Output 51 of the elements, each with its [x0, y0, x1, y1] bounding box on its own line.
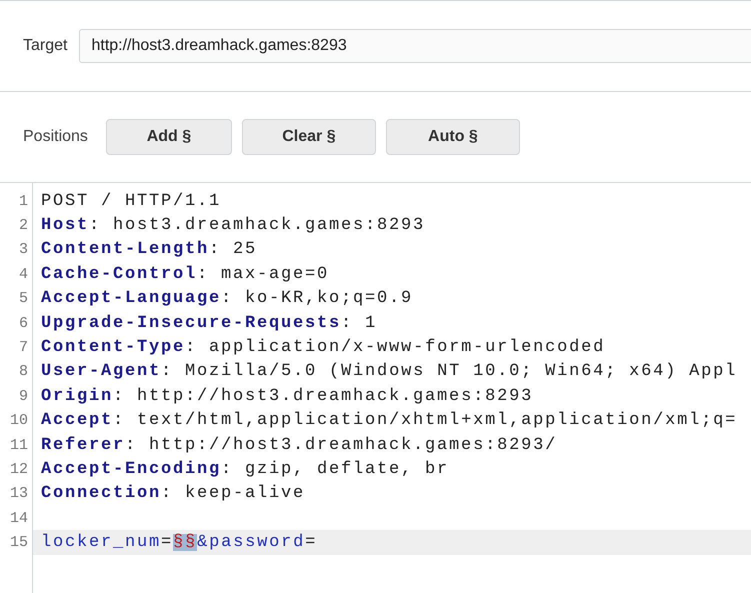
code-text: : http://host3.dreamhack.games:8293: [113, 388, 534, 405]
line-number: 1: [18, 194, 28, 209]
header-name: Content-Type: [41, 339, 186, 356]
positions-button[interactable]: Clear §: [242, 119, 376, 155]
line-number: 9: [18, 388, 28, 404]
code-text: : ko-KR,ko;q=0.9: [221, 290, 414, 308]
line-number: 5: [18, 291, 28, 306]
line-number: 12: [10, 462, 28, 477]
positions-button[interactable]: Add §: [106, 119, 232, 155]
line-number: 4: [18, 266, 28, 282]
header-name: Connection: [41, 485, 162, 502]
code-text: POST / HTTP/1.1: [41, 192, 222, 210]
line-number: 13: [10, 486, 28, 502]
header-name: Origin: [41, 388, 114, 405]
code-text: : text/html,application/xhtml+xml,application/xml;q=: [113, 412, 738, 430]
line-number: 11: [10, 438, 28, 453]
code-text: : max-age=0: [197, 266, 330, 283]
line-number: 7: [18, 340, 28, 356]
header-name: Referer: [41, 436, 126, 454]
positions-button[interactable]: Auto §: [386, 119, 520, 155]
payload-marker: §§: [173, 534, 198, 552]
code-text: =: [161, 534, 174, 552]
code-text: : host3.dreamhack.games:8293: [89, 217, 426, 234]
parameter-name: locker_num: [41, 534, 162, 552]
line-number: 10: [10, 413, 28, 428]
code-text: : 25: [209, 241, 258, 258]
line-number: 14: [10, 510, 28, 526]
line-number: 6: [18, 316, 28, 331]
header-name: Cache-Control: [41, 266, 198, 283]
parameter-name: &password: [197, 534, 306, 552]
line-number: 2: [18, 218, 28, 234]
positions-label: Positions: [23, 127, 88, 147]
header-name: Content-Length: [41, 241, 210, 258]
code-text: : gzip, deflate, br: [221, 460, 450, 478]
line-number: 15: [10, 535, 28, 550]
header-name: User-Agent: [41, 363, 162, 380]
code-text: =: [305, 534, 318, 552]
code-text: : http://host3.dreamhack.games:8293/: [125, 436, 558, 454]
code-text: : Mozilla/5.0 (Windows NT 10.0; Win64; x64) Appl: [161, 363, 738, 380]
header-name: Accept-Encoding: [41, 460, 222, 478]
header-name: Upgrade-Insecure-Requests: [41, 314, 342, 332]
header-name: Host: [41, 217, 90, 234]
target-field[interactable]: http://host3.dreamhack.games:8293: [79, 29, 751, 63]
code-text: : keep-alive: [161, 485, 306, 502]
code-text: : 1: [341, 314, 378, 332]
header-name: Accept: [41, 412, 114, 430]
target-label: Target: [23, 36, 68, 56]
line-number: 8: [18, 364, 28, 380]
header-name: Accept-Language: [41, 290, 222, 308]
line-number: 3: [18, 242, 28, 258]
code-text: : application/x-www-form-urlencoded: [185, 339, 606, 356]
